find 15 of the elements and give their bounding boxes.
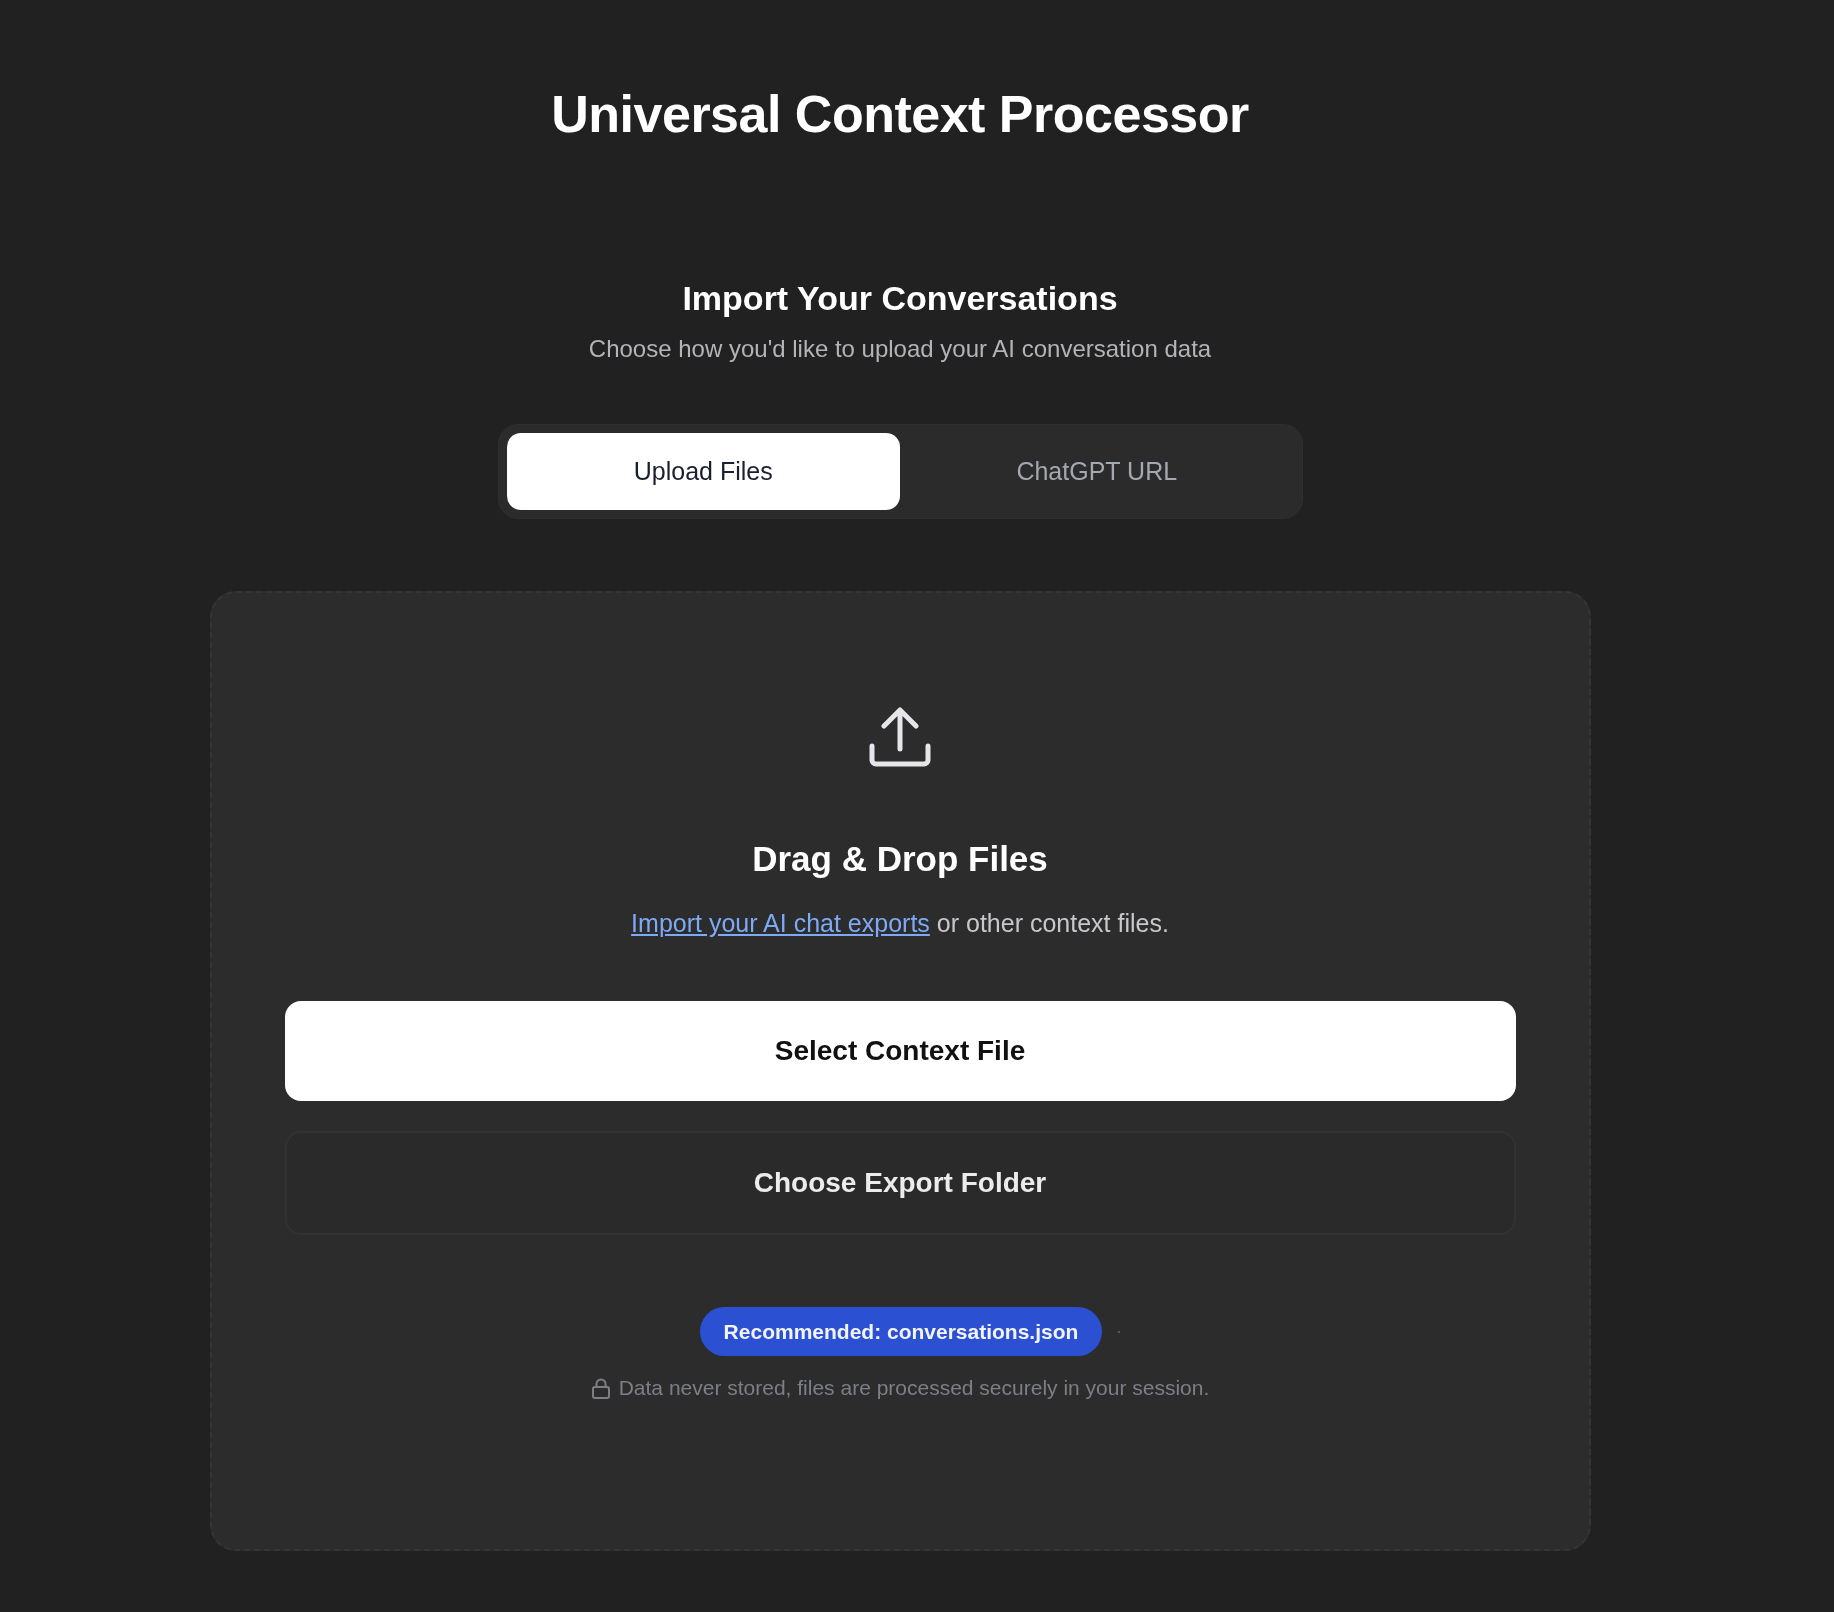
tab[interactable]: Upload Files	[506, 433, 900, 510]
privacy-note: Data never stored, files are processed securely in your session.	[618, 1376, 1210, 1400]
choose-folder-button[interactable]: Choose Export Folder	[284, 1131, 1516, 1235]
drop-zone[interactable]	[209, 591, 1591, 1551]
lock-icon	[590, 1377, 611, 1399]
page-title: Universal Context Processor	[551, 84, 1249, 145]
select-file-button[interactable]: Select Context File	[284, 1001, 1516, 1101]
section-heading: Import Your Conversations	[682, 278, 1118, 319]
dropzone-description: Import your AI chat exports or other context files.	[631, 908, 1169, 939]
dropzone-heading: Drag & Drop Files	[752, 838, 1048, 880]
section-subtitle: Choose how you'd like to upload your AI conversation data	[588, 334, 1212, 364]
import-link[interactable]: Import your AI chat exports	[631, 909, 930, 937]
recommendation-badge: Recommended: conversations.json	[699, 1307, 1103, 1356]
tab[interactable]: ChatGPT URL	[900, 433, 1294, 510]
upload-icon	[869, 707, 931, 769]
